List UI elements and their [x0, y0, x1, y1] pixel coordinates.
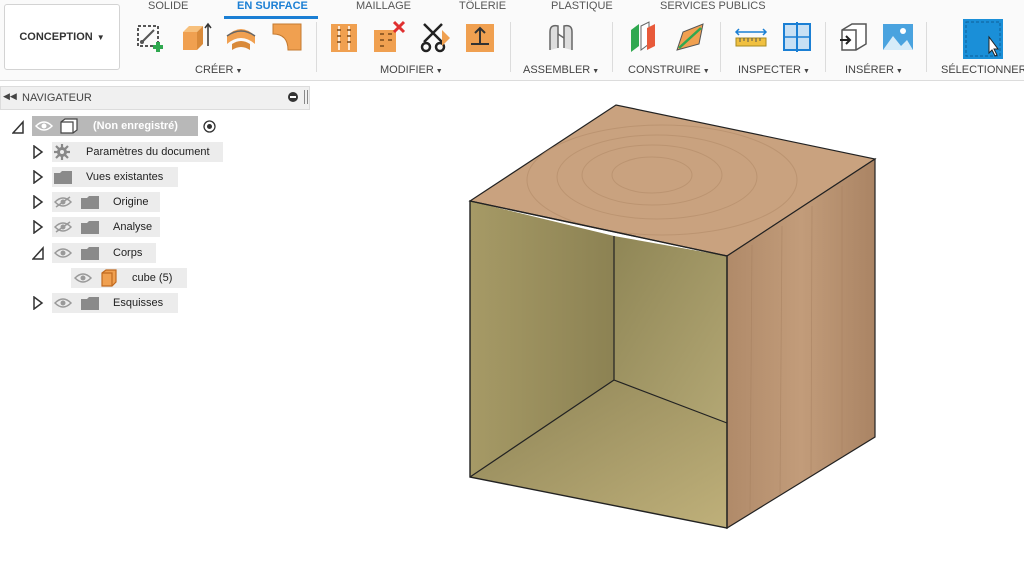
offset-icon[interactable]	[463, 20, 497, 54]
tab-mesh[interactable]: MAILLAGE	[356, 0, 411, 14]
tree-item-label: Corps	[113, 247, 143, 259]
chevron-down-icon: ▼	[592, 68, 600, 75]
inspect-menu[interactable]: INSPECTER ▼	[738, 64, 810, 76]
tab-sheet-metal[interactable]: TÔLERIE	[459, 0, 506, 14]
toolbar-divider	[612, 22, 613, 72]
folder-icon	[54, 171, 72, 184]
tree-item-document-settings[interactable]: Paramètres du document	[0, 142, 312, 162]
extrude-icon[interactable]	[179, 20, 213, 54]
browser-panel: ◀◀ NAVIGATEUR (Non enregistré) Paramètre…	[0, 86, 312, 326]
modify-menu[interactable]: MODIFIER ▼	[380, 64, 443, 76]
sketch-icon[interactable]	[134, 20, 168, 54]
assemble-menu[interactable]: ASSEMBLER ▼	[523, 64, 599, 76]
trim-icon[interactable]	[418, 20, 452, 54]
folder-icon	[81, 221, 99, 234]
chevron-down-icon: ▼	[702, 68, 710, 75]
active-tab-indicator	[224, 16, 318, 19]
assemble-menu-label: ASSEMBLER	[523, 64, 591, 76]
unstitch-icon[interactable]	[372, 20, 406, 54]
tree-item-label: Esquisses	[113, 297, 164, 309]
inspect-menu-label: INSPECTER	[738, 64, 801, 76]
eye-icon[interactable]	[35, 120, 53, 132]
collapsed-triangle-icon[interactable]	[32, 195, 44, 209]
insert-icon[interactable]	[836, 20, 870, 54]
minimize-icon[interactable]	[288, 92, 298, 102]
insert-menu[interactable]: INSÉRER ▼	[845, 64, 903, 76]
create-menu[interactable]: CRÉER ▼	[195, 64, 242, 76]
navigator-header: ◀◀ NAVIGATEUR	[0, 86, 310, 110]
toolbar-divider	[825, 22, 826, 72]
gear-icon	[54, 144, 70, 160]
tree-item-bodies[interactable]: Corps	[0, 243, 312, 263]
navigator-title: NAVIGATEUR	[22, 92, 92, 104]
canvas-viewport[interactable]	[312, 80, 1024, 567]
select-icon[interactable]	[963, 19, 1003, 59]
select-menu-label: SÉLECTIONNER	[941, 64, 1024, 76]
measure-icon[interactable]	[734, 20, 768, 54]
collapsed-triangle-icon[interactable]	[32, 170, 44, 184]
tab-plastic[interactable]: PLASTIQUE	[551, 0, 613, 14]
toolbar-divider	[316, 22, 317, 72]
expanded-triangle-icon[interactable]	[32, 246, 44, 260]
tree-item-label: Origine	[113, 196, 149, 208]
collapsed-triangle-icon[interactable]	[32, 296, 44, 310]
expanded-triangle-icon[interactable]	[12, 120, 24, 134]
tree-item-named-views[interactable]: Vues existantes	[0, 167, 312, 187]
plane-icon[interactable]	[627, 20, 661, 54]
folder-icon	[81, 247, 99, 260]
tree-item-label: cube (5)	[132, 272, 173, 284]
toolbar-divider	[720, 22, 721, 72]
construct-menu[interactable]: CONSTRUIRE ▼	[628, 64, 710, 76]
component-icon	[60, 118, 78, 134]
workspace-selector-button[interactable]: CONCEPTION ▼	[4, 4, 120, 70]
chevron-down-icon: ▼	[435, 68, 443, 75]
folder-icon	[81, 297, 99, 310]
stitch-icon[interactable]	[327, 20, 361, 54]
tree-item-body-cube[interactable]: cube (5)	[0, 268, 312, 288]
axis-icon[interactable]	[673, 20, 707, 54]
root-label: (Non enregistré)	[93, 120, 178, 132]
construct-menu-label: CONSTRUIRE	[628, 64, 701, 76]
chevron-down-icon: ▼	[802, 68, 810, 75]
decal-icon[interactable]	[881, 20, 915, 54]
chevron-down-icon: ▼	[895, 68, 903, 75]
tab-utilities[interactable]: SERVICES PUBLICS	[660, 0, 766, 14]
tree-item-label: Paramètres du document	[86, 146, 210, 158]
workspace-label: CONCEPTION	[19, 31, 93, 43]
collapse-panel-icon[interactable]: ◀◀	[3, 91, 17, 102]
eye-hidden-icon[interactable]	[54, 221, 72, 233]
tab-surface[interactable]: EN SURFACE	[237, 0, 308, 14]
create-menu-label: CRÉER	[195, 64, 234, 76]
eye-hidden-icon[interactable]	[54, 196, 72, 208]
open-box-model[interactable]	[312, 80, 1024, 567]
eye-icon[interactable]	[54, 297, 72, 309]
body-icon	[101, 269, 117, 287]
select-menu[interactable]: SÉLECTIONNER▼	[941, 64, 1024, 76]
activate-radio-icon[interactable]	[203, 120, 216, 133]
insert-menu-label: INSÉRER	[845, 64, 894, 76]
modify-menu-label: MODIFIER	[380, 64, 434, 76]
tree-item-sketches[interactable]: Esquisses	[0, 293, 312, 313]
revolve-icon[interactable]	[224, 20, 258, 54]
tree-root[interactable]: (Non enregistré)	[0, 116, 312, 136]
chevron-down-icon: ▼	[235, 68, 243, 75]
tree-item-origin[interactable]: Origine	[0, 192, 312, 212]
chevron-down-icon: ▼	[96, 32, 105, 42]
toolbar-divider	[510, 22, 511, 72]
toolbar-divider	[926, 22, 927, 72]
collapsed-triangle-icon[interactable]	[32, 220, 44, 234]
pin-icon[interactable]	[304, 90, 308, 104]
folder-icon	[81, 196, 99, 209]
eye-icon[interactable]	[54, 247, 72, 259]
tree-item-analysis[interactable]: Analyse	[0, 217, 312, 237]
toolbar: CONCEPTION ▼ SOLIDE EN SURFACE MAILLAGE …	[0, 0, 1024, 81]
tree-item-label: Vues existantes	[86, 171, 164, 183]
tab-solid[interactable]: SOLIDE	[148, 0, 188, 14]
tree-item-label: Analyse	[113, 221, 153, 233]
joint-icon[interactable]	[544, 20, 578, 54]
patch-icon[interactable]	[270, 20, 304, 54]
collapsed-triangle-icon[interactable]	[32, 145, 44, 159]
section-icon[interactable]	[780, 20, 814, 54]
eye-icon[interactable]	[74, 272, 92, 284]
